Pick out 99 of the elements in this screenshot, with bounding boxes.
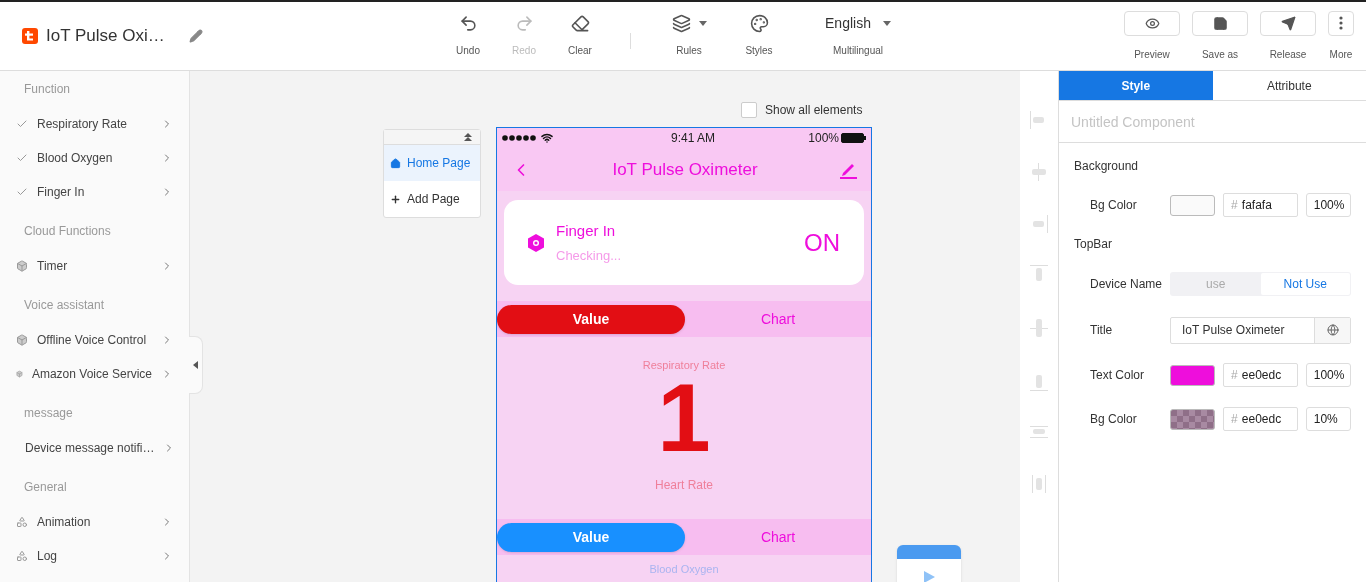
caret-icon — [882, 21, 891, 26]
cube-icon — [16, 334, 28, 346]
property-label: Device Name — [1090, 276, 1164, 293]
sidebar-item[interactable]: Respiratory Rate — [0, 107, 189, 141]
home-icon — [390, 157, 401, 169]
sidebar-item[interactable]: Finger In — [0, 175, 189, 209]
section-header: Voice assistant — [24, 297, 105, 314]
page-item[interactable]: Add Page — [384, 181, 480, 217]
property-label: Bg Color — [1090, 411, 1138, 428]
card-title: Finger In — [556, 220, 617, 241]
action-label: Save as — [1201, 47, 1239, 62]
wifi-icon — [541, 132, 553, 144]
segment-tab[interactable]: Value — [497, 304, 685, 334]
layers-icon — [671, 14, 691, 33]
align-icon[interactable] — [1030, 213, 1048, 235]
collapse-up-icon[interactable] — [464, 133, 472, 141]
property-label: Bg Color — [1090, 197, 1138, 214]
sidebar-item[interactable]: Animation — [0, 505, 189, 539]
check-icon — [16, 152, 28, 164]
section-header: Cloud Functions — [24, 223, 111, 240]
screen-title: IoT Pulse Oximeter — [612, 158, 758, 181]
redo-icon — [514, 14, 534, 33]
sidebar-item[interactable]: Device message notifi… — [0, 431, 189, 465]
action-button[interactable] — [1192, 10, 1248, 36]
checkbox-label: Show all elements — [765, 102, 863, 119]
toolbar-button[interactable]: Rules — [659, 14, 719, 58]
video-widget[interactable] — [897, 545, 961, 582]
opacity-field[interactable]: 10% — [1305, 407, 1351, 431]
card-state: ON — [804, 227, 840, 258]
hex-field[interactable]: # ee0edc — [1223, 363, 1298, 387]
project-title: IoT Pulse Oxi… — [46, 25, 165, 48]
section-header: Function — [24, 81, 71, 98]
check-icon — [16, 118, 28, 130]
hexagon-icon — [528, 233, 544, 252]
panel-tab[interactable]: Style — [1059, 71, 1213, 100]
page-item[interactable]: Home Page — [384, 145, 480, 181]
hex-field[interactable]: # ee0edc — [1223, 407, 1298, 431]
component-name-field[interactable]: Untitled Component — [1059, 101, 1366, 143]
collapse-handle[interactable] — [189, 336, 203, 394]
cube-icon — [16, 368, 23, 380]
eye-icon — [1144, 15, 1160, 31]
property-label: Title — [1090, 322, 1114, 339]
undo-icon — [458, 14, 478, 33]
opacity-field[interactable]: 100% — [1305, 193, 1351, 217]
widget-icon — [16, 516, 28, 528]
plus-icon — [390, 193, 401, 205]
check-icon — [16, 186, 28, 198]
toolbar-button[interactable]: Clear — [552, 14, 608, 58]
align-icon[interactable] — [1030, 161, 1048, 183]
action-label: Release — [1269, 47, 1307, 62]
widget-icon — [16, 550, 28, 562]
align-icon[interactable] — [1030, 473, 1048, 495]
sidebar-item[interactable]: Offline Voice Control — [0, 323, 189, 357]
toolbar-button[interactable]: Undo — [440, 14, 496, 58]
sidebar-item[interactable]: Log — [0, 539, 189, 573]
language-dropdown[interactable]: English Multilingual — [813, 14, 903, 58]
more-icon — [1339, 16, 1343, 30]
language-button[interactable] — [1315, 317, 1350, 343]
action-button[interactable] — [1124, 10, 1180, 36]
globe-icon — [1326, 324, 1339, 336]
eraser-icon — [570, 14, 590, 33]
edit-icon[interactable] — [188, 29, 203, 43]
align-icon[interactable] — [1030, 317, 1048, 339]
group-title: Background — [1074, 158, 1139, 175]
property-label: Text Color — [1090, 367, 1146, 384]
metric-label: Respiratory Rate — [642, 358, 726, 373]
color-swatch[interactable] — [1170, 408, 1216, 430]
card-subtitle: Checking... — [556, 247, 622, 265]
action-button[interactable] — [1260, 10, 1316, 36]
sidebar-item[interactable]: Amazon Voice Service — [0, 357, 189, 391]
action-label: Preview — [1134, 47, 1170, 62]
checkbox[interactable] — [741, 102, 757, 118]
opacity-field[interactable]: 100% — [1305, 363, 1351, 387]
segment-option[interactable]: Not Use — [1260, 273, 1350, 295]
action-label: More — [1329, 47, 1353, 62]
section-header: message — [24, 405, 73, 422]
sidebar-item[interactable]: Timer — [0, 249, 189, 283]
app-logo-icon — [22, 28, 38, 44]
palette-icon — [749, 14, 769, 33]
section-header: General — [24, 479, 67, 496]
signal-icon — [502, 135, 538, 141]
group-title: TopBar — [1074, 236, 1113, 253]
cube-icon — [16, 260, 28, 272]
collapse-arrow-icon — [193, 361, 198, 369]
sidebar-item[interactable]: Blood Oxygen — [0, 141, 189, 175]
status-time: 9:41 AM — [671, 130, 716, 147]
color-swatch[interactable] — [1170, 194, 1216, 216]
metric-label: Blood Oxygen — [649, 562, 719, 577]
metric-sublabel: Heart Rate — [655, 476, 713, 494]
caret-icon — [698, 21, 707, 26]
battery-percent: 100% — [808, 130, 839, 147]
battery-icon — [841, 133, 866, 143]
save-icon — [1212, 15, 1228, 31]
play-icon — [923, 571, 935, 582]
hex-field[interactable]: # fafafa — [1223, 193, 1298, 217]
color-swatch[interactable] — [1170, 364, 1216, 386]
toolbar-button[interactable]: Styles — [729, 14, 789, 58]
send-icon — [1280, 15, 1296, 31]
metric-value: 1 — [657, 377, 711, 458]
